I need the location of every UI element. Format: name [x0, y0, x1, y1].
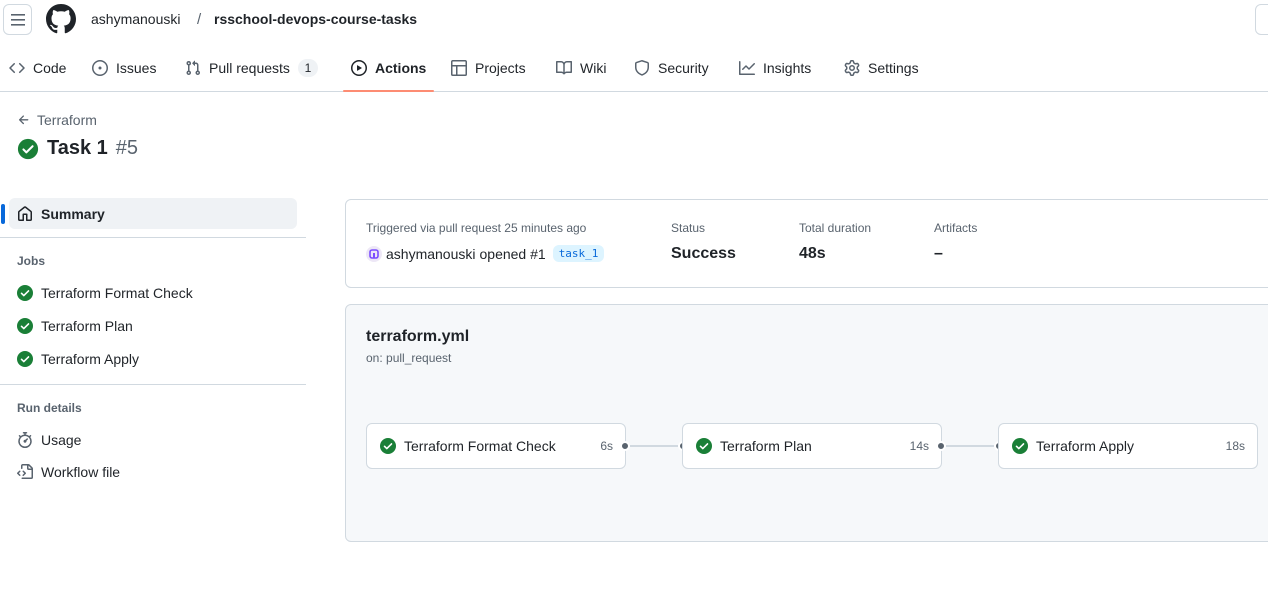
shield-icon [635, 59, 649, 76]
repo-owner-link[interactable]: ashymanouski [91, 11, 181, 27]
artifacts-label: Artifacts [934, 221, 978, 235]
tab-settings-label: Settings [868, 59, 919, 76]
graph-job-duration: 6s [600, 439, 613, 453]
graph-job-label: Terraform Format Check [404, 438, 556, 454]
graph-connector-dot [936, 441, 946, 451]
avatar[interactable] [366, 245, 382, 262]
run-details-heading: Run details [17, 401, 82, 415]
graph-job-label: Terraform Plan [720, 438, 812, 454]
sidebar-divider [0, 237, 306, 238]
tab-pull-requests[interactable]: Pull requests 1 [185, 44, 318, 91]
actor-link[interactable]: ashymanouski [386, 246, 476, 262]
sidebar-job-apply[interactable]: Terraform Apply [17, 351, 139, 367]
pull-request-icon [186, 60, 201, 75]
tab-security-label: Security [658, 59, 709, 76]
run-summary-card: Triggered via pull request 25 minutes ag… [345, 199, 1268, 288]
back-link-label: Terraform [37, 112, 97, 128]
sidebar-item-workflow-file[interactable]: Workflow file [17, 464, 120, 480]
breadcrumb-separator: / [197, 11, 202, 28]
user-avatar-icon [369, 248, 379, 259]
tab-issues[interactable]: Issues [92, 44, 156, 91]
sidebar-job-label: Terraform Plan [41, 318, 133, 334]
code-icon [9, 62, 25, 73]
stopwatch-icon [18, 432, 32, 448]
success-check-icon [17, 318, 33, 334]
file-code-icon [17, 464, 33, 479]
success-check-icon [17, 138, 39, 159]
arrow-left-icon [18, 115, 29, 125]
sidebar-job-label: Terraform Apply [41, 351, 140, 367]
hamburger-menu-button[interactable] [3, 4, 32, 35]
github-logo-icon[interactable] [46, 4, 76, 34]
tab-insights[interactable]: Insights [739, 44, 811, 91]
play-icon [351, 59, 367, 76]
tab-insights-label: Insights [763, 59, 812, 76]
repo-nav: Code Issues Pull requests 1 Actions Proj… [0, 44, 1268, 92]
tab-wiki[interactable]: Wiki [556, 44, 606, 91]
tab-actions[interactable]: Actions [342, 44, 435, 92]
trigger-label: Triggered via pull request 25 minutes ag… [366, 221, 587, 235]
sidebar-summary-label: Summary [41, 205, 105, 222]
artifacts-value: – [934, 245, 943, 262]
success-check-icon [1012, 438, 1028, 454]
graph-connector-line [630, 445, 678, 447]
back-to-workflow-link[interactable]: Terraform [17, 112, 97, 128]
sidebar-workflow-file-label: Workflow file [41, 464, 121, 480]
run-number: #5 [115, 137, 139, 159]
sidebar-divider [0, 384, 306, 385]
jobs-heading: Jobs [17, 254, 46, 268]
search-button[interactable] [1255, 4, 1268, 35]
repo-name-link[interactable]: rsschool-devops-course-tasks [214, 11, 417, 27]
sidebar-item-usage[interactable]: Usage [17, 432, 81, 448]
graph-connector-line [946, 445, 994, 447]
tab-code-label: Code [33, 59, 67, 76]
graph-job-duration: 18s [1225, 439, 1245, 453]
home-icon [18, 205, 32, 221]
workflow-graph-card: terraform.yml on: pull_request Terraform… [345, 304, 1268, 542]
duration-value: 48s [799, 245, 826, 262]
pull-requests-counter: 1 [297, 58, 318, 77]
tab-wiki-label: Wiki [580, 59, 607, 76]
success-check-icon [696, 438, 712, 454]
tab-issues-label: Issues [116, 59, 157, 76]
sidebar-job-label: Terraform Format Check [41, 285, 193, 301]
graph-connector-dot [620, 441, 630, 451]
graph-job-format-check[interactable]: Terraform Format Check 6s [366, 423, 626, 469]
run-title-row: Task 1 #5 [17, 137, 138, 160]
run-title: Task 1 [47, 137, 108, 159]
status-value: Success [671, 245, 736, 262]
success-check-icon [380, 438, 396, 454]
workflow-file-name[interactable]: terraform.yml [366, 328, 469, 346]
table-icon [451, 59, 467, 76]
graph-job-plan[interactable]: Terraform Plan 14s [682, 423, 942, 469]
tab-projects-label: Projects [475, 59, 526, 76]
tab-code[interactable]: Code [9, 44, 66, 91]
trigger-info: ashymanouski opened #1 task_1 [366, 245, 605, 262]
sidebar-job-plan[interactable]: Terraform Plan [17, 318, 133, 334]
branch-label[interactable]: task_1 [552, 245, 605, 262]
graph-icon [739, 60, 755, 75]
sidebar-item-summary[interactable]: Summary [1, 198, 297, 229]
graph-job-duration: 14s [909, 439, 929, 453]
duration-label: Total duration [799, 221, 872, 235]
status-label: Status [671, 221, 706, 235]
graph-job-apply[interactable]: Terraform Apply 18s [998, 423, 1258, 469]
workflow-trigger: on: pull_request [366, 351, 452, 365]
success-check-icon [17, 285, 33, 301]
gear-icon [844, 59, 860, 76]
sidebar-job-format-check[interactable]: Terraform Format Check [17, 285, 193, 301]
tab-actions-label: Actions [375, 59, 427, 76]
graph-job-label: Terraform Apply [1036, 438, 1135, 454]
tab-pull-requests-label: Pull requests [209, 59, 290, 76]
trigger-action[interactable]: opened #1 [480, 246, 546, 262]
sidebar-usage-label: Usage [41, 432, 82, 448]
tab-projects[interactable]: Projects [451, 44, 526, 91]
success-check-icon [17, 351, 33, 367]
hamburger-icon [10, 13, 25, 26]
issue-icon [92, 59, 108, 76]
book-icon [556, 60, 572, 74]
tab-security[interactable]: Security [634, 44, 709, 91]
tab-settings[interactable]: Settings [844, 44, 919, 91]
global-header: ashymanouski / rsschool-devops-course-ta… [0, 0, 1268, 40]
